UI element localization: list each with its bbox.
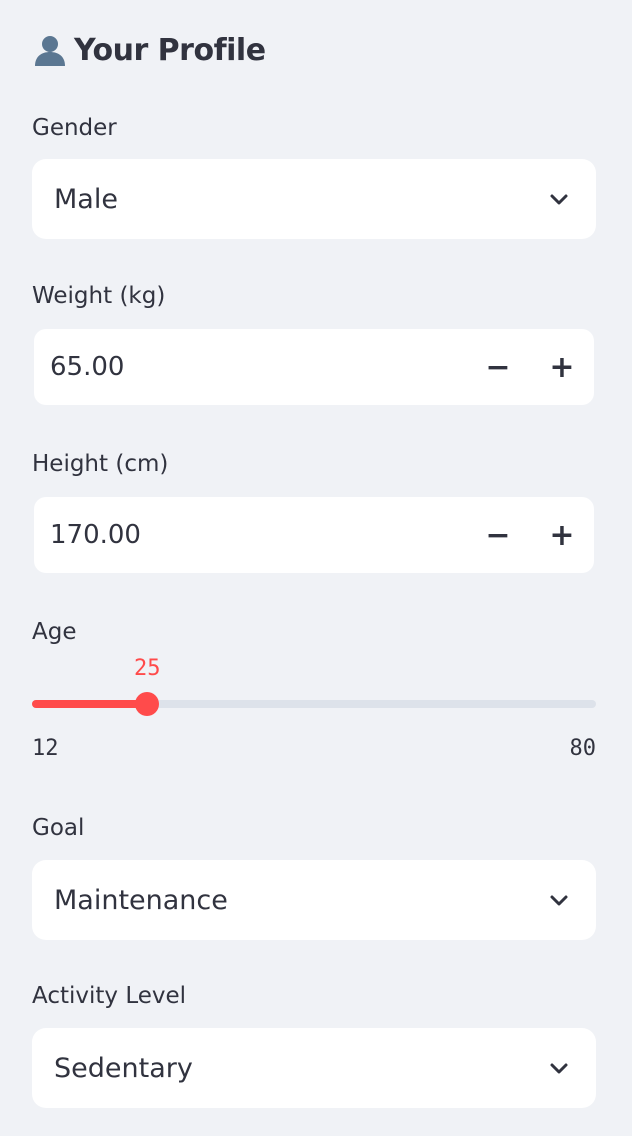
- gender-label: Gender: [32, 115, 117, 141]
- activity-level-label: Activity Level: [32, 983, 187, 1009]
- goal-select-value: Maintenance: [54, 884, 228, 916]
- height-decrement-button[interactable]: −: [466, 497, 530, 573]
- bust-in-silhouette-icon: [35, 36, 65, 66]
- gender-select[interactable]: Male: [32, 159, 596, 239]
- chevron-down-icon: [550, 194, 568, 205]
- goal-label: Goal: [32, 815, 85, 841]
- height-increment-button[interactable]: +: [530, 497, 594, 573]
- activity-level-select[interactable]: Sedentary: [32, 1028, 596, 1108]
- age-slider-min: 12: [32, 736, 59, 761]
- weight-decrement-button[interactable]: −: [466, 329, 530, 405]
- weight-input[interactable]: 65.00 − +: [34, 329, 594, 405]
- height-input[interactable]: 170.00 − +: [34, 497, 594, 573]
- page-title: Your Profile: [32, 28, 266, 72]
- weight-input-value[interactable]: 65.00: [50, 352, 466, 382]
- weight-increment-button[interactable]: +: [530, 329, 594, 405]
- age-slider-fill: [32, 700, 148, 708]
- page-title-text: Your Profile: [74, 32, 266, 68]
- age-slider-max: 80: [569, 736, 597, 761]
- weight-label: Weight (kg): [32, 283, 166, 309]
- activity-level-select-value: Sedentary: [54, 1052, 193, 1084]
- chevron-down-icon: [550, 1063, 568, 1074]
- age-slider-value: 25: [133, 656, 161, 681]
- gender-select-value: Male: [54, 183, 118, 215]
- height-input-value[interactable]: 170.00: [50, 520, 466, 550]
- age-label: Age: [32, 619, 77, 645]
- age-slider-track[interactable]: [32, 692, 596, 716]
- chevron-down-icon: [550, 895, 568, 906]
- height-label: Height (cm): [32, 451, 169, 477]
- goal-select[interactable]: Maintenance: [32, 860, 596, 940]
- age-slider-thumb[interactable]: [135, 692, 160, 716]
